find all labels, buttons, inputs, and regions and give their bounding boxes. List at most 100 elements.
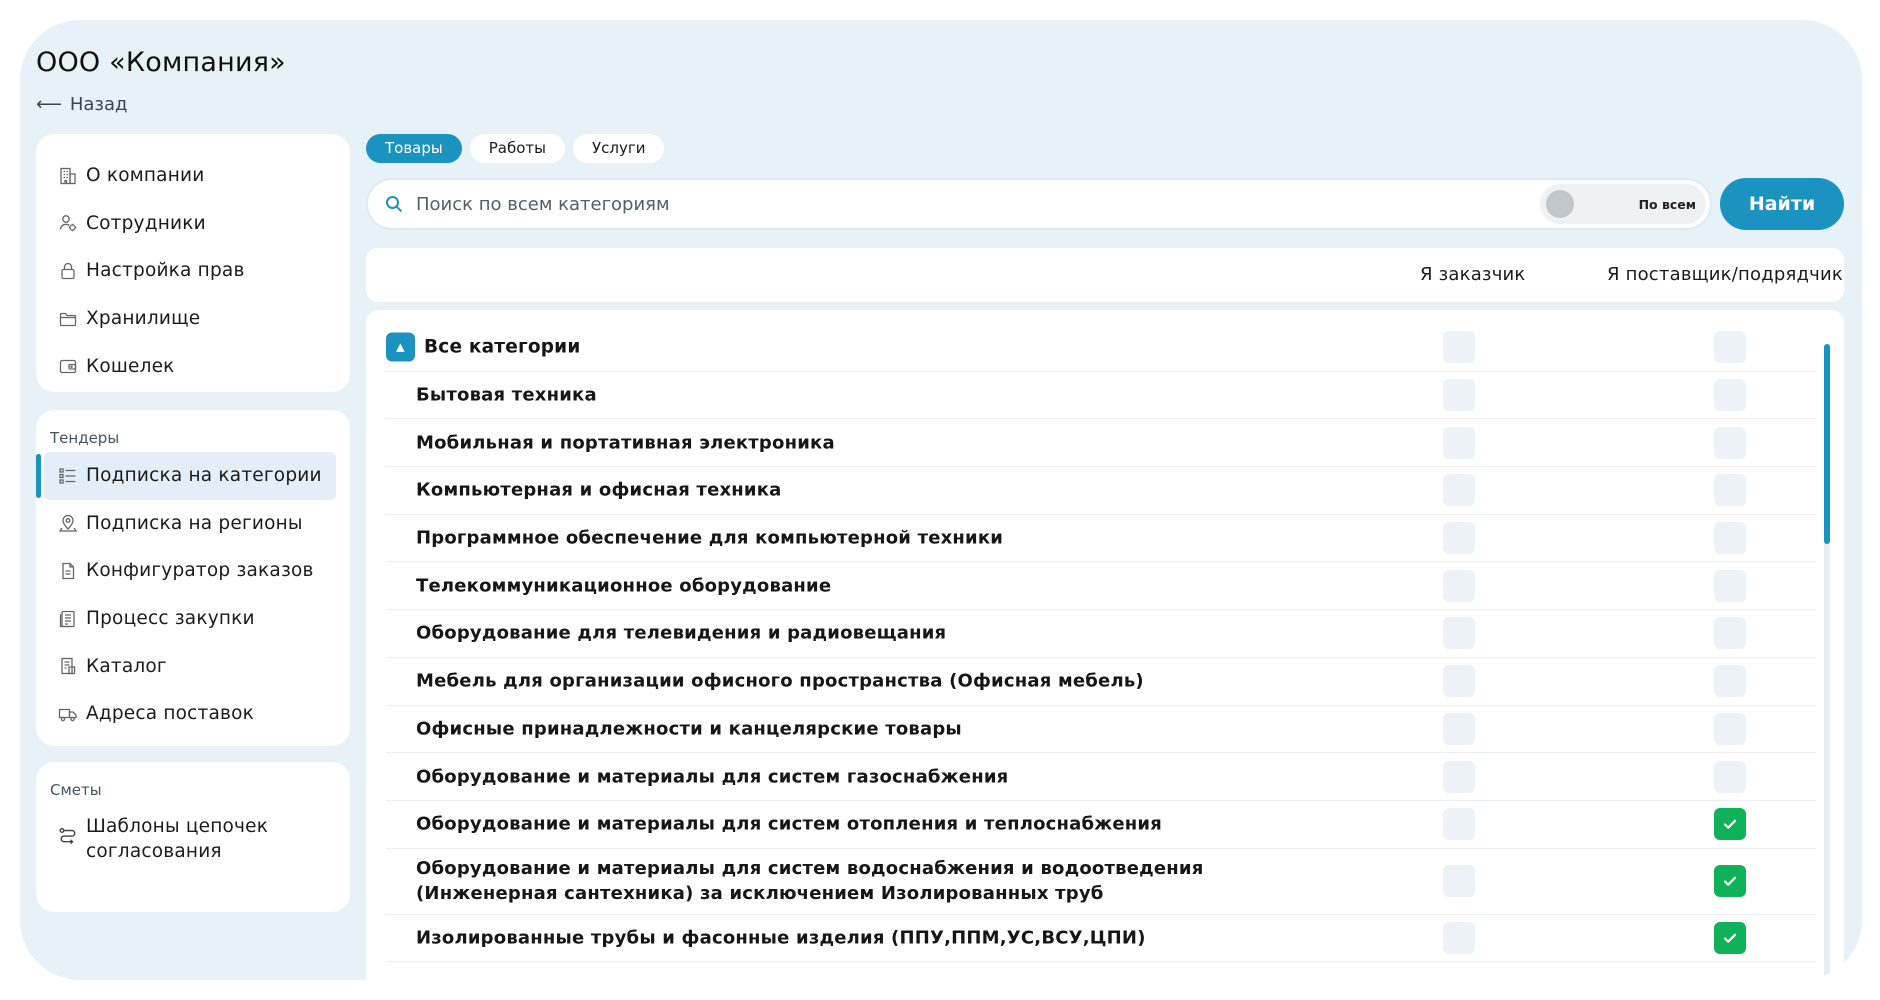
sidebar-item-storage[interactable]: Хранилище xyxy=(36,295,350,343)
table-row: Оборудование и материалы для систем газо… xyxy=(386,753,1816,801)
checkmark-icon xyxy=(1723,819,1737,830)
sidebar-item-label: Каталог xyxy=(86,655,167,677)
sidebar-item-category-subscription[interactable]: Подписка на категории xyxy=(36,452,336,500)
sidebar-company-menu: О компании Сотрудники Настройка прав Хра… xyxy=(36,134,350,392)
column-header-supplier: Я поставщик/подрядчик xyxy=(1607,264,1843,285)
building-icon xyxy=(58,166,78,186)
table-row: Оборудование для телевидения и радиовеща… xyxy=(386,610,1816,658)
supplier-checkbox[interactable] xyxy=(1714,665,1746,698)
sidebar-item-wallet[interactable]: Кошелек xyxy=(36,342,350,390)
sidebar-item-procurement-process[interactable]: Процесс закупки xyxy=(36,595,350,643)
sidebar-item-order-configurator[interactable]: Конфигуратор заказов xyxy=(36,547,350,595)
customer-checkbox[interactable] xyxy=(1443,712,1475,745)
sidebar-item-employees[interactable]: Сотрудники xyxy=(36,200,350,248)
supplier-checkbox[interactable] xyxy=(1714,426,1746,459)
search-input[interactable] xyxy=(416,193,1540,215)
location-pin-icon xyxy=(58,513,78,533)
row-label: Офисные принадлежности и канцелярские то… xyxy=(416,718,962,740)
row-label: Изолированные трубы и фасонные изделия (… xyxy=(416,927,1146,949)
supplier-checkbox[interactable] xyxy=(1714,808,1746,841)
supplier-checkbox[interactable] xyxy=(1714,522,1746,555)
table-row: Офисные принадлежности и канцелярские то… xyxy=(386,706,1816,754)
customer-checkbox[interactable] xyxy=(1443,379,1475,412)
supplier-checkbox[interactable] xyxy=(1714,865,1746,898)
supplier-checkbox[interactable] xyxy=(1714,474,1746,507)
customer-checkbox[interactable] xyxy=(1443,921,1475,954)
row-label-line2: (Инженерная сантехника) за исключением И… xyxy=(416,883,1104,905)
customer-checkbox[interactable] xyxy=(1443,474,1475,507)
table-row: Бытовая техника xyxy=(386,372,1816,420)
sidebar-item-label: Адреса поставок xyxy=(86,703,255,725)
sidebar-item-label: Сотрудники xyxy=(86,212,206,234)
customer-checkbox[interactable] xyxy=(1443,331,1475,364)
table-row: Мобильная и портативная электроника xyxy=(386,419,1816,468)
scrollbar-thumb[interactable] xyxy=(1824,344,1830,544)
sidebar-item-label: Подписка на категории xyxy=(86,465,322,487)
sidebar-item-approval-templates[interactable]: Шаблоны цепочек согласования xyxy=(36,804,350,864)
customer-checkbox[interactable] xyxy=(1443,865,1475,898)
customer-checkbox[interactable] xyxy=(1443,665,1475,698)
find-button[interactable]: Найти xyxy=(1720,178,1844,230)
supplier-checkbox[interactable] xyxy=(1714,379,1746,412)
category-type-tabs: Товары Работы Услуги xyxy=(366,134,665,163)
table-row: Изолированные трубы и фасонные изделия (… xyxy=(386,915,1816,963)
sidebar-item-label: О компании xyxy=(86,165,205,187)
receipt-icon xyxy=(58,609,78,629)
document-icon xyxy=(58,561,78,581)
sidebar-estimates-menu: Сметы Шаблоны цепочек согласования xyxy=(36,762,350,912)
tab-services[interactable]: Услуги xyxy=(573,134,665,163)
sidebar-item-label: Процесс закупки xyxy=(86,608,255,630)
customer-checkbox[interactable] xyxy=(1443,426,1475,459)
sidebar-item-label-line1: Шаблоны цепочек xyxy=(86,816,269,837)
category-rows: ▲ Все категории Бытовая техника Мобильная… xyxy=(386,324,1816,963)
lock-icon xyxy=(58,261,78,281)
supplier-checkbox[interactable] xyxy=(1714,617,1746,650)
sidebar-item-label: Шаблоны цепочек согласования xyxy=(86,814,268,864)
sidebar-item-label: Кошелек xyxy=(86,355,175,377)
customer-checkbox[interactable] xyxy=(1443,808,1475,841)
row-label: Оборудование для телевидения и радиовеща… xyxy=(416,622,947,644)
supplier-checkbox[interactable] xyxy=(1714,569,1746,602)
back-link[interactable]: ⟵ Назад xyxy=(36,94,127,115)
tab-goods[interactable]: Товары xyxy=(366,134,462,163)
categories-table: ▲ Все категории Бытовая техника Мобильная… xyxy=(366,310,1844,980)
customer-checkbox[interactable] xyxy=(1443,522,1475,555)
search-all-toggle[interactable]: По всем xyxy=(1540,184,1706,224)
collapse-button[interactable]: ▲ xyxy=(386,332,415,362)
back-label: Назад xyxy=(69,94,128,115)
search-bar: По всем xyxy=(366,178,1712,230)
supplier-checkbox[interactable] xyxy=(1714,712,1746,745)
sidebar-item-label-line2: согласования xyxy=(86,841,222,862)
catalog-icon xyxy=(58,656,78,676)
sidebar-item-label: Хранилище xyxy=(86,308,201,330)
list-icon xyxy=(58,466,78,486)
customer-checkbox[interactable] xyxy=(1443,760,1475,793)
sidebar-item-label: Конфигуратор заказов xyxy=(86,560,314,582)
row-label: Оборудование и материалы для систем водо… xyxy=(416,856,1203,906)
tab-works[interactable]: Работы xyxy=(469,134,565,163)
section-title-tenders: Тендеры xyxy=(50,429,120,447)
section-title-estimates: Сметы xyxy=(50,781,102,799)
supplier-checkbox[interactable] xyxy=(1714,760,1746,793)
page-title: ООО «Компания» xyxy=(36,47,286,78)
table-row-all-categories: ▲ Все категории xyxy=(386,324,1816,372)
row-label: Мебель для организации офисного простран… xyxy=(416,670,1144,692)
sidebar-item-permissions[interactable]: Настройка прав xyxy=(36,247,350,295)
customer-checkbox[interactable] xyxy=(1443,617,1475,650)
table-row: Оборудование и материалы для систем отоп… xyxy=(386,801,1816,849)
sidebar-tenders-menu: Тендеры Подписка на категории Подписка н… xyxy=(36,410,350,746)
column-header-customer: Я заказчик xyxy=(1420,264,1526,285)
supplier-checkbox[interactable] xyxy=(1714,331,1746,364)
sidebar-item-about[interactable]: О компании xyxy=(36,152,350,200)
table-row: Телекоммуникационное оборудование xyxy=(386,562,1816,611)
app-window: ООО «Компания» ⟵ Назад О компании Сотруд… xyxy=(20,20,1862,980)
table-row: Оборудование и материалы для систем водо… xyxy=(386,849,1816,915)
truck-icon xyxy=(58,704,78,724)
row-label: Бытовая техника xyxy=(416,384,597,406)
supplier-checkbox[interactable] xyxy=(1714,921,1746,954)
sidebar-item-delivery-addresses[interactable]: Адреса поставок xyxy=(36,690,350,738)
customer-checkbox[interactable] xyxy=(1443,569,1475,602)
search-icon xyxy=(384,194,404,214)
sidebar-item-catalog[interactable]: Каталог xyxy=(36,642,350,690)
sidebar-item-region-subscription[interactable]: Подписка на регионы xyxy=(36,500,350,548)
